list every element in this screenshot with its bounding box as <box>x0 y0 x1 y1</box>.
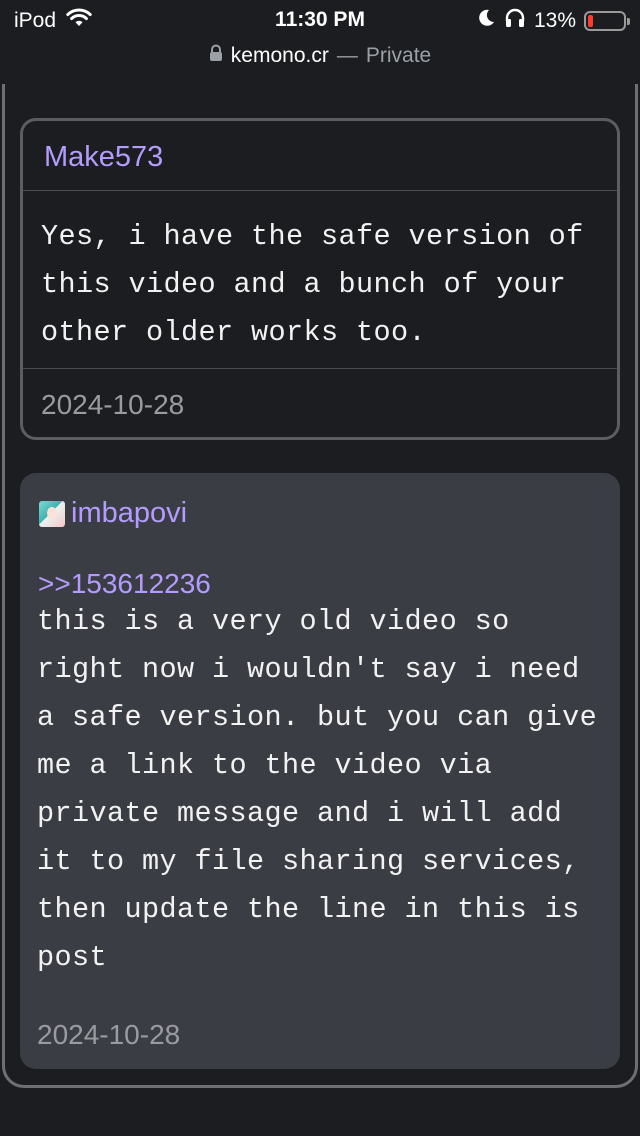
url-domain: kemono.cr <box>230 44 329 67</box>
comment-body: this is a very old video so right now i … <box>37 605 598 974</box>
comment-card: Make573 Yes, i have the safe version of … <box>20 118 620 440</box>
status-right: 13% <box>476 8 630 34</box>
reply-reference-link[interactable]: >>153612236 <box>38 568 211 600</box>
lock-icon <box>209 44 223 68</box>
url-separator: — <box>336 44 358 67</box>
battery-icon <box>584 11 630 31</box>
comment-body: Yes, i have the safe version of this vid… <box>23 191 617 369</box>
private-mode-label: Private <box>365 44 432 67</box>
creator-reply-card: imbapovi >>153612236 this is a very old … <box>20 473 620 1069</box>
comment-header: imbapovi <box>39 497 187 530</box>
status-bar: iPod 11:30 PM 13% <box>0 0 640 40</box>
comment-date: 2024-10-28 <box>41 389 185 420</box>
comment-author-link[interactable]: imbapovi <box>71 497 187 530</box>
url-bar[interactable]: kemono.cr — Private <box>0 40 640 72</box>
comment-header: Make573 <box>23 121 617 191</box>
comment-date: 2024-10-28 <box>37 1019 181 1050</box>
comment-author-link[interactable]: Make573 <box>44 141 163 173</box>
headphones-icon <box>504 8 526 34</box>
moon-icon <box>476 8 496 34</box>
avatar[interactable] <box>39 500 65 527</box>
battery-percent: 13% <box>533 9 576 32</box>
